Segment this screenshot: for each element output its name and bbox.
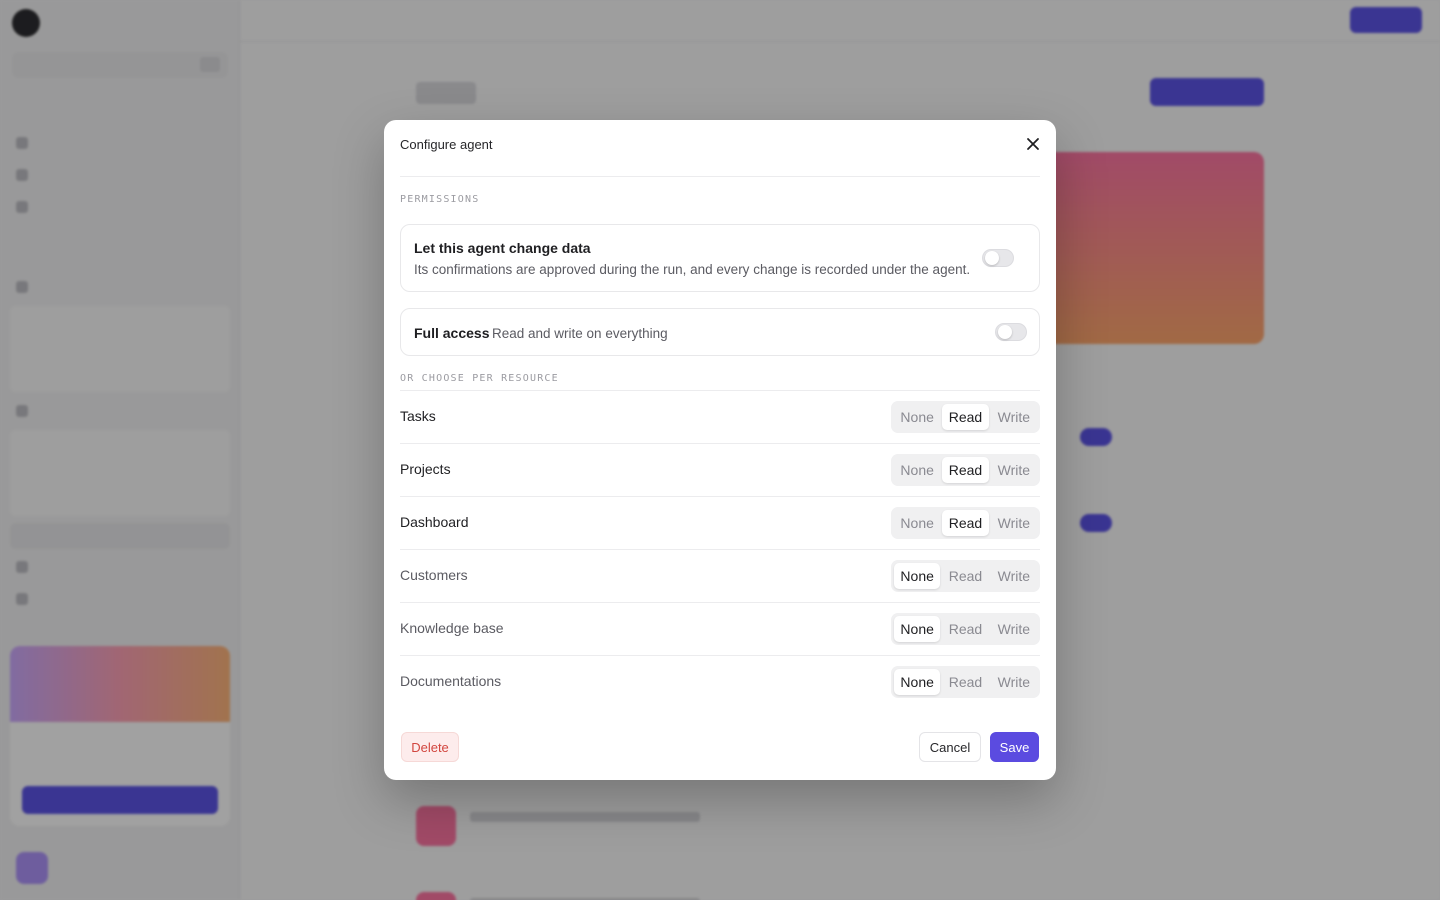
configure-agent-dialog: Configure agent PERMISSIONS Let this age…	[384, 120, 1056, 780]
delete-button[interactable]: Delete	[401, 732, 459, 762]
option-read[interactable]: Read	[942, 669, 988, 695]
option-write[interactable]: Write	[991, 457, 1037, 483]
change-data-description: Its confirmations are approved during th…	[414, 262, 971, 277]
change-data-title: Let this agent change data	[414, 240, 591, 256]
resource-name: Dashboard	[400, 514, 469, 530]
resource-row-projects: Projects None Read Write	[400, 443, 1040, 496]
option-read[interactable]: Read	[942, 616, 988, 642]
option-write[interactable]: Write	[991, 669, 1037, 695]
permissions-label: PERMISSIONS	[400, 194, 480, 205]
option-read[interactable]: Read	[942, 404, 989, 430]
permission-segmented-control: None Read Write	[891, 507, 1040, 539]
option-none[interactable]: None	[894, 510, 940, 536]
option-none[interactable]: None	[894, 563, 941, 589]
resource-name: Tasks	[400, 408, 436, 424]
resource-name: Knowledge base	[400, 620, 504, 636]
resource-name: Documentations	[400, 673, 502, 689]
option-write[interactable]: Write	[991, 563, 1037, 589]
option-read[interactable]: Read	[942, 457, 989, 483]
per-resource-label: OR CHOOSE PER RESOURCE	[400, 373, 559, 384]
close-icon	[1027, 138, 1039, 150]
option-none[interactable]: None	[894, 457, 940, 483]
option-none[interactable]: None	[894, 669, 941, 695]
dialog-title: Configure agent	[400, 137, 493, 152]
full-access-title: Full access	[414, 325, 490, 341]
resource-row-tasks: Tasks None Read Write	[400, 390, 1040, 443]
save-button[interactable]: Save	[990, 732, 1039, 762]
permission-segmented-control: None Read Write	[891, 560, 1040, 592]
cancel-button[interactable]: Cancel	[919, 732, 981, 762]
full-access-description: Read and write on everything	[492, 326, 668, 341]
option-write[interactable]: Write	[991, 404, 1037, 430]
resource-name: Projects	[400, 461, 451, 477]
permission-segmented-control: None Read Write	[891, 454, 1040, 486]
permission-segmented-control: None Read Write	[891, 613, 1040, 645]
close-button[interactable]	[1022, 133, 1044, 155]
option-none[interactable]: None	[894, 616, 941, 642]
change-data-toggle[interactable]	[982, 249, 1014, 267]
resource-row-customers: Customers None Read Write	[400, 549, 1040, 602]
full-access-card: Full access Read and write on everything	[400, 308, 1040, 356]
option-none[interactable]: None	[894, 404, 940, 430]
option-read[interactable]: Read	[942, 510, 989, 536]
resource-row-knowledge-base: Knowledge base None Read Write	[400, 602, 1040, 655]
resource-row-documentations: Documentations None Read Write	[400, 655, 1040, 708]
option-write[interactable]: Write	[991, 616, 1037, 642]
permission-segmented-control: None Read Write	[891, 401, 1040, 433]
change-data-card: Let this agent change data Its confirmat…	[400, 224, 1040, 292]
resource-name: Customers	[400, 567, 468, 583]
full-access-toggle[interactable]	[995, 323, 1027, 341]
permission-segmented-control: None Read Write	[891, 666, 1040, 698]
divider	[400, 176, 1040, 177]
option-write[interactable]: Write	[991, 510, 1037, 536]
option-read[interactable]: Read	[942, 563, 988, 589]
resource-row-dashboard: Dashboard None Read Write	[400, 496, 1040, 549]
